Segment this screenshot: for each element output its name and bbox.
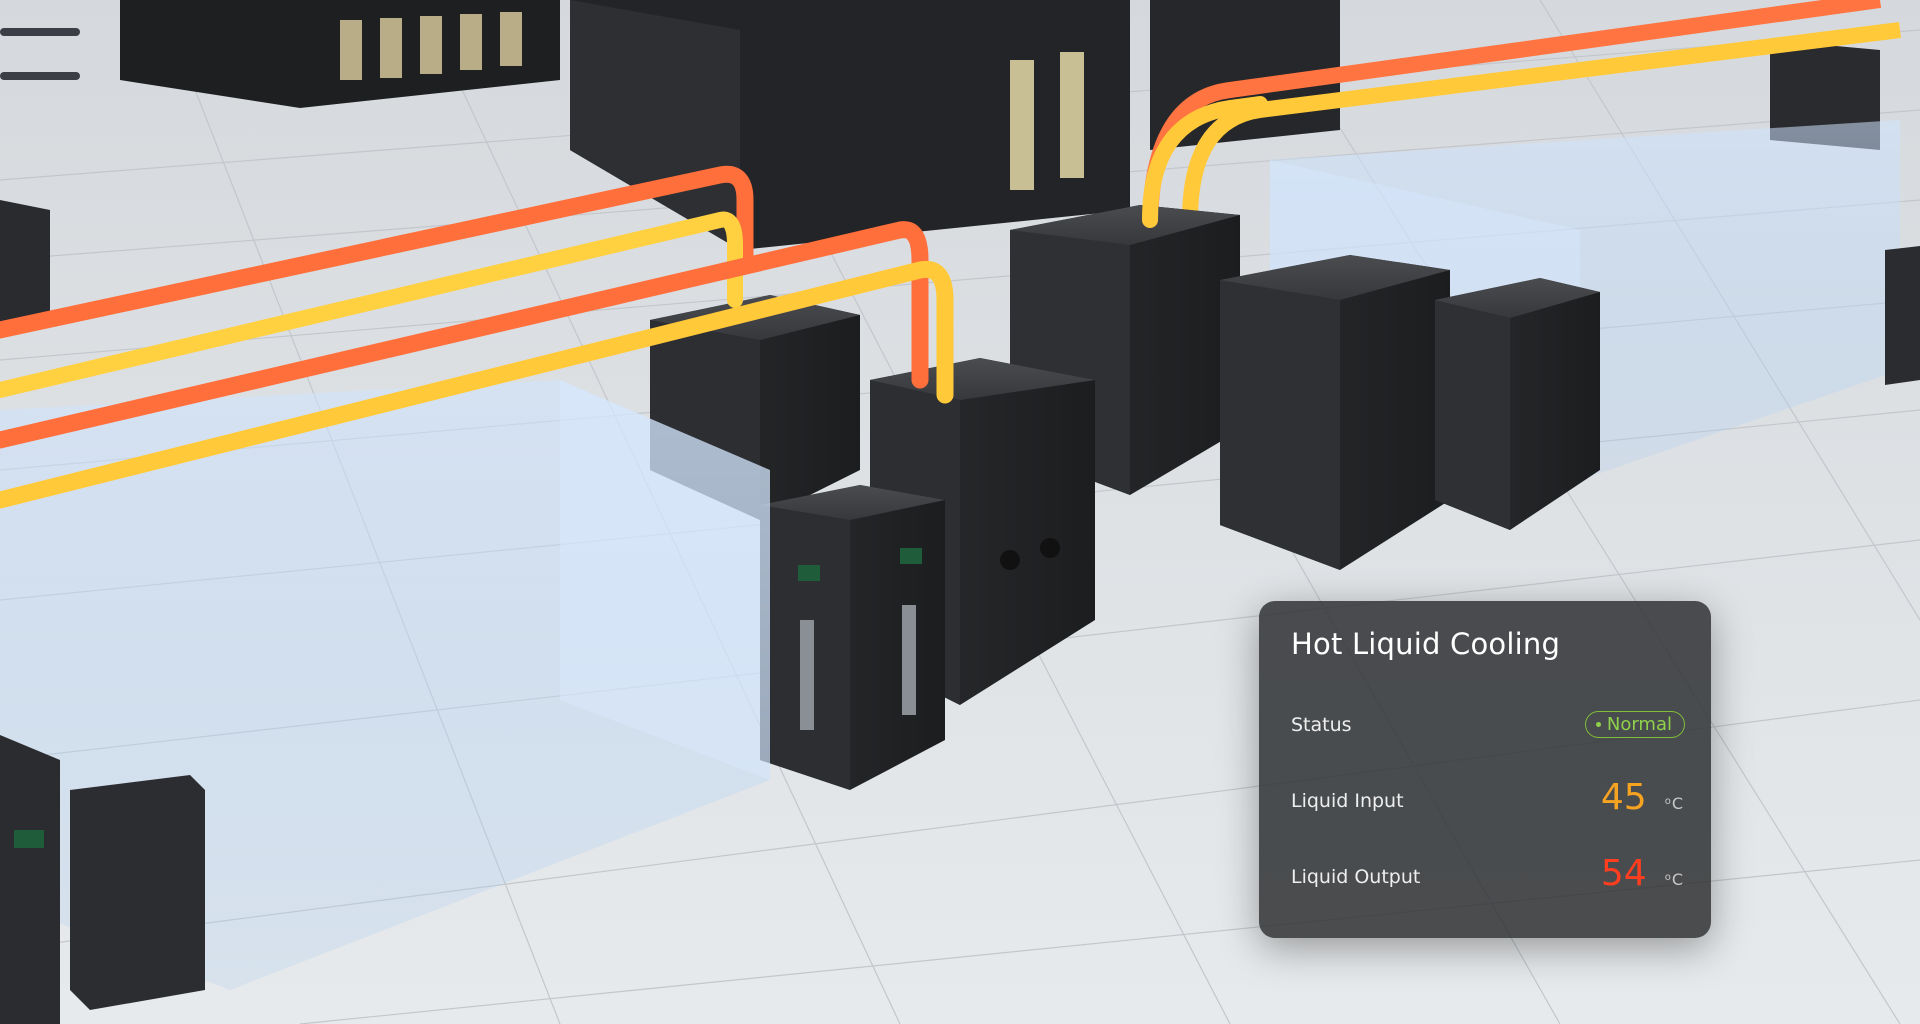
status-badge: Normal <box>1584 711 1685 738</box>
status-label: Status <box>1291 714 1352 736</box>
liquid-output-unit: oC <box>1664 870 1683 889</box>
liquid-output-value: 54 <box>1600 853 1647 894</box>
liquid-input-reading: 45 oC <box>1601 777 1683 818</box>
panel-title: Hot Liquid Cooling <box>1291 627 1561 661</box>
cooling-status-panel: Hot Liquid Cooling Status Normal Liquid … <box>1259 601 1711 938</box>
liquid-output-reading: 54 oC <box>1601 853 1683 894</box>
liquid-input-label: Liquid Input <box>1291 790 1404 812</box>
status-dot-icon <box>1595 722 1601 727</box>
status-value: Normal <box>1606 714 1672 735</box>
liquid-output-label: Liquid Output <box>1291 866 1421 888</box>
liquid-input-value: 45 <box>1600 777 1647 818</box>
right-edge-rack <box>1885 246 1920 385</box>
liquid-input-unit: oC <box>1664 794 1683 813</box>
